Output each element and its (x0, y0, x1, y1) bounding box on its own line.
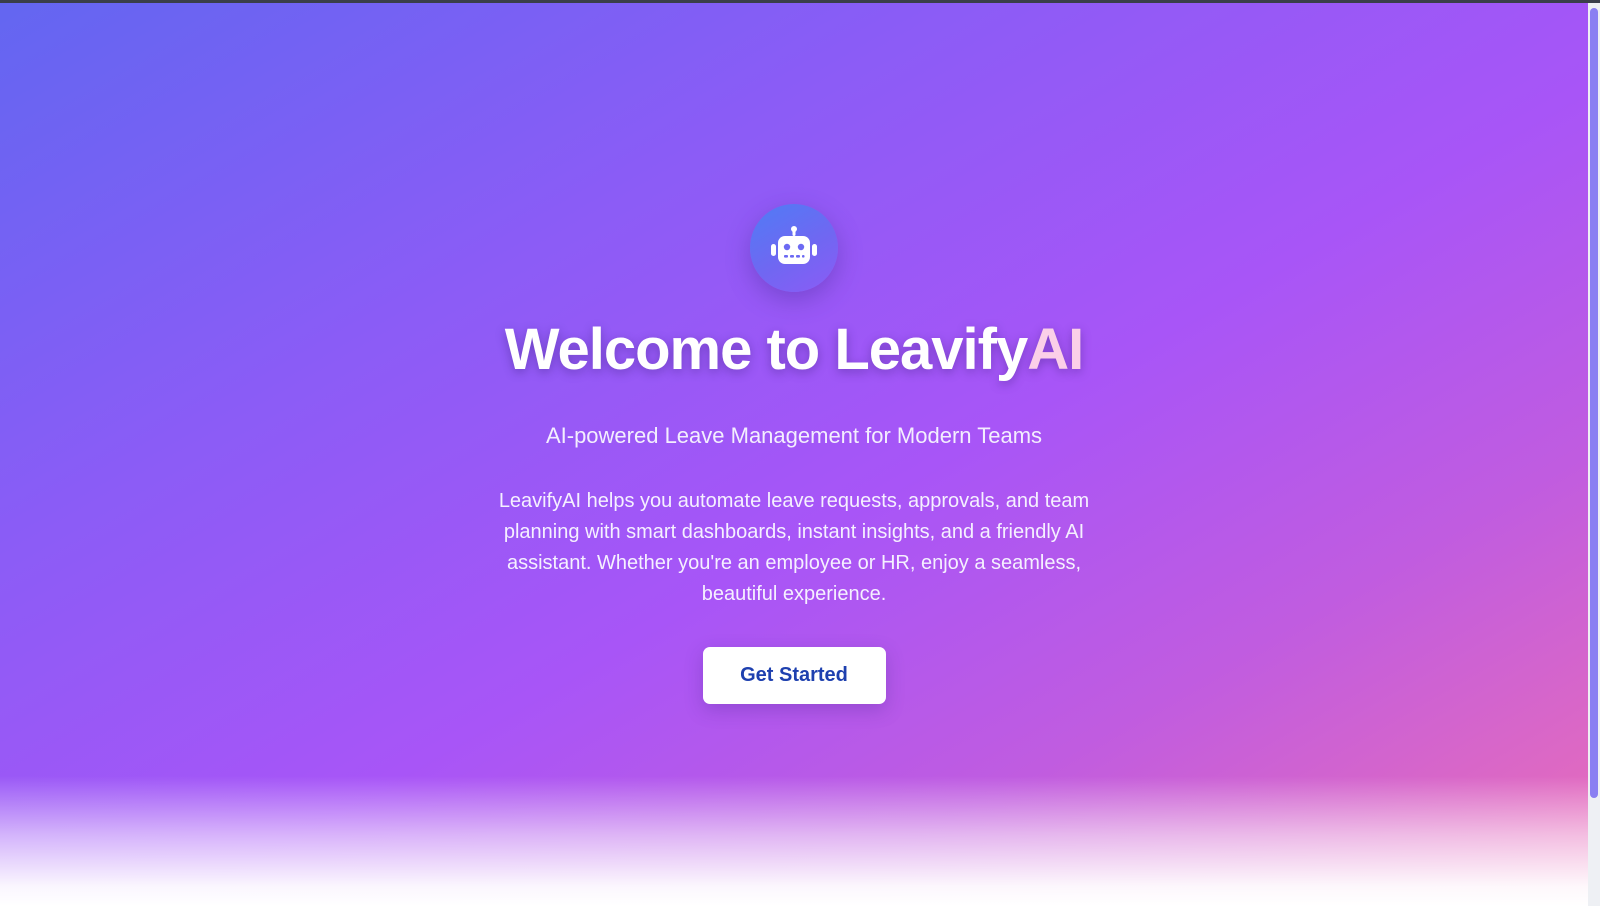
hero-title-main: Welcome to Leavify (504, 317, 1028, 382)
landing-page: Welcome to LeavifyAI AI-powered Leave Ma… (0, 0, 1600, 906)
hero-title: Welcome to LeavifyAI (504, 317, 1084, 382)
hero-section: Welcome to LeavifyAI AI-powered Leave Ma… (0, 3, 1588, 906)
hero-title-accent: AI (1027, 317, 1084, 382)
scrollbar-track[interactable] (1588, 3, 1600, 906)
hero-subtitle: AI-powered Leave Management for Modern T… (545, 422, 1043, 448)
hero-description: LeavifyAI helps you automate leave reque… (498, 490, 1090, 606)
get-started-button[interactable]: Get Started (702, 647, 886, 705)
scrollbar-thumb[interactable] (1590, 8, 1598, 798)
hero-bottom-fade (0, 776, 1588, 906)
hero-content: Welcome to LeavifyAI AI-powered Leave Ma… (0, 3, 1588, 705)
robot-icon (771, 226, 817, 264)
logo-badge (750, 204, 838, 292)
